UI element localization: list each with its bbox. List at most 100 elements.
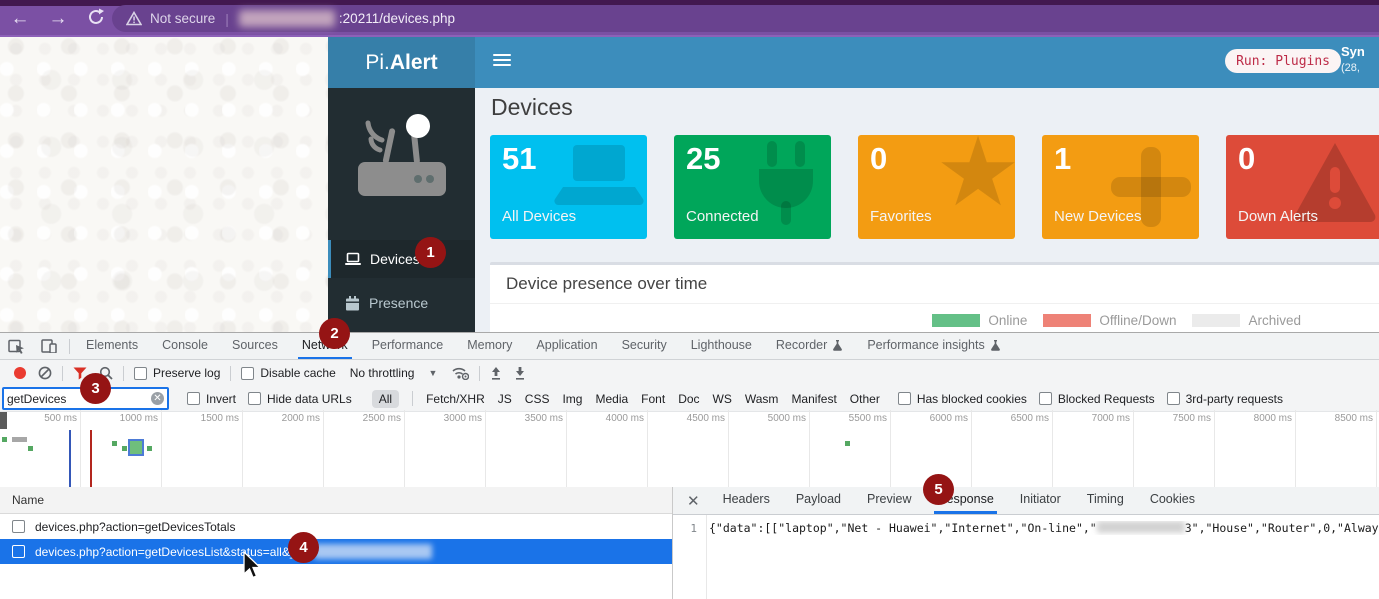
network-overview-timeline[interactable]: 500 ms1000 ms1500 ms2000 ms2500 ms3000 m… (0, 410, 1379, 488)
checkbox[interactable] (12, 545, 25, 558)
inspect-element-icon[interactable] (0, 333, 33, 359)
redacted-response-value (1097, 521, 1185, 533)
request-row-devices-list[interactable]: devices.php?action=getDevicesList&status… (0, 539, 672, 564)
devtools-tabbar: Elements Console Sources Network Perform… (0, 333, 1379, 360)
checkbox[interactable] (241, 367, 254, 380)
export-har-icon[interactable] (508, 366, 532, 380)
chip-js[interactable]: JS (498, 392, 512, 406)
disable-cache-checkbox[interactable]: Disable cache (235, 366, 341, 380)
detail-tab-headers[interactable]: Headers (720, 487, 773, 514)
clear-input-icon[interactable]: ✕ (151, 392, 164, 405)
response-json-post: 3","House","Router",0,"Always on (1185, 521, 1379, 535)
card-value: 1 (1054, 141, 1071, 177)
tab-memory[interactable]: Memory (463, 333, 516, 359)
chip-font[interactable]: Font (641, 392, 665, 406)
checkbox[interactable] (248, 392, 261, 405)
device-toolbar-icon[interactable] (33, 333, 65, 359)
reload-icon[interactable] (86, 7, 110, 27)
address-url: :20211/devices.php (339, 11, 455, 26)
filter-input[interactable] (7, 389, 137, 408)
legend-swatch (932, 314, 980, 327)
waterfall-dot (28, 446, 33, 451)
detail-tab-payload[interactable]: Payload (793, 487, 844, 514)
tab-lighthouse[interactable]: Lighthouse (687, 333, 756, 359)
detail-tab-cookies[interactable]: Cookies (1147, 487, 1198, 514)
chip-ws[interactable]: WS (713, 392, 732, 406)
chip-wasm[interactable]: Wasm (745, 392, 779, 406)
chip-other[interactable]: Other (850, 392, 880, 406)
browser-toolbar: ← → Not secure | :20211/devices.php (0, 0, 1379, 37)
invert-checkbox[interactable]: Invert (181, 392, 242, 406)
header-corner-text: Syn (28, (1341, 44, 1379, 75)
throttling-select[interactable]: No throttling ▼ (342, 366, 446, 380)
tab-application[interactable]: Application (532, 333, 601, 359)
clear-icon[interactable] (32, 366, 58, 380)
tab-sources[interactable]: Sources (228, 333, 282, 359)
chip-doc[interactable]: Doc (678, 392, 699, 406)
redacted-host (239, 10, 335, 27)
checkbox[interactable] (1167, 392, 1180, 405)
timeline-axis-labels: 500 ms1000 ms1500 ms2000 ms2500 ms3000 m… (0, 410, 1379, 427)
detail-tab-initiator[interactable]: Initiator (1017, 487, 1064, 514)
response-body: 1{"data":[["laptop","Net - Huawei","Inte… (673, 515, 1379, 599)
checkbox[interactable] (898, 392, 911, 405)
hide-data-urls-checkbox[interactable]: Hide data URLs (242, 392, 358, 406)
pialert-app: Pi.Alert Run: Plugins Syn (28, (328, 37, 1379, 332)
checkbox[interactable] (134, 367, 147, 380)
request-row-totals[interactable]: devices.php?action=getDevicesTotals (0, 514, 672, 539)
card-favorites[interactable]: 0 ★ Favorites (858, 135, 1015, 239)
tab-console[interactable]: Console (158, 333, 212, 359)
name-column-header[interactable]: Name (0, 487, 672, 514)
checkbox[interactable] (187, 392, 200, 405)
address-bar[interactable]: Not secure | :20211/devices.php (112, 5, 1379, 32)
chip-fetch-xhr[interactable]: Fetch/XHR (426, 392, 485, 406)
app-logo[interactable]: Pi.Alert (328, 37, 475, 88)
legend-archived: Archived (1192, 313, 1301, 328)
request-name: devices.php?action=getDevicesList&status… (35, 545, 304, 559)
waterfall-dot (112, 441, 117, 446)
detail-tab-preview[interactable]: Preview (864, 487, 914, 514)
chip-img[interactable]: Img (562, 392, 582, 406)
preserve-log-checkbox[interactable]: Preserve log (128, 366, 226, 380)
forward-icon[interactable]: → (46, 8, 70, 30)
card-label: Favorites (870, 208, 932, 225)
card-value: 51 (502, 141, 536, 177)
run-plugins-button[interactable]: Run: Plugins (1225, 49, 1341, 73)
chip-all[interactable]: All (372, 390, 399, 408)
sidebar-item-devices[interactable]: Devices (328, 240, 475, 278)
tab-recorder[interactable]: Recorder (772, 333, 847, 359)
router-logo-icon (328, 88, 475, 235)
sidebar-item-presence[interactable]: Presence (328, 284, 475, 322)
import-har-icon[interactable] (484, 366, 508, 380)
card-new-devices[interactable]: 1 New Devices (1042, 135, 1199, 239)
checkbox[interactable] (12, 520, 25, 533)
card-down-alerts[interactable]: 0 Down Alerts (1226, 135, 1379, 239)
card-value: 25 (686, 141, 720, 177)
chip-media[interactable]: Media (595, 392, 628, 406)
detail-tab-timing[interactable]: Timing (1084, 487, 1127, 514)
app-main: Devices 51 All Devices 25 Connected (475, 88, 1379, 332)
third-party-requests-checkbox[interactable]: 3rd-party requests (1161, 392, 1289, 406)
back-icon[interactable]: ← (8, 8, 32, 30)
blocked-requests-checkbox[interactable]: Blocked Requests (1033, 392, 1161, 406)
hamburger-icon[interactable] (493, 54, 511, 69)
flask-icon (990, 339, 1001, 351)
card-all-devices[interactable]: 51 All Devices (490, 135, 647, 239)
detail-tabbar: ✕ Headers Payload Preview Response Initi… (673, 487, 1379, 515)
tab-performance-insights[interactable]: Performance insights (863, 333, 1004, 359)
has-blocked-cookies-checkbox[interactable]: Has blocked cookies (892, 392, 1033, 406)
devtools: Elements Console Sources Network Perform… (0, 332, 1379, 599)
tab-performance[interactable]: Performance (368, 333, 448, 359)
close-icon[interactable]: ✕ (677, 487, 710, 514)
record-icon[interactable] (8, 367, 32, 379)
tab-security[interactable]: Security (618, 333, 671, 359)
annotation-badge-3: 3 (80, 373, 111, 404)
card-connected[interactable]: 25 Connected (674, 135, 831, 239)
tab-elements[interactable]: Elements (82, 333, 142, 359)
stat-cards: 51 All Devices 25 Connected 0 ★ Fa (490, 135, 1379, 239)
chip-css[interactable]: CSS (525, 392, 550, 406)
chip-manifest[interactable]: Manifest (791, 392, 836, 406)
network-conditions-icon[interactable] (445, 366, 475, 380)
checkbox[interactable] (1039, 392, 1052, 405)
legend-swatch (1192, 314, 1240, 327)
